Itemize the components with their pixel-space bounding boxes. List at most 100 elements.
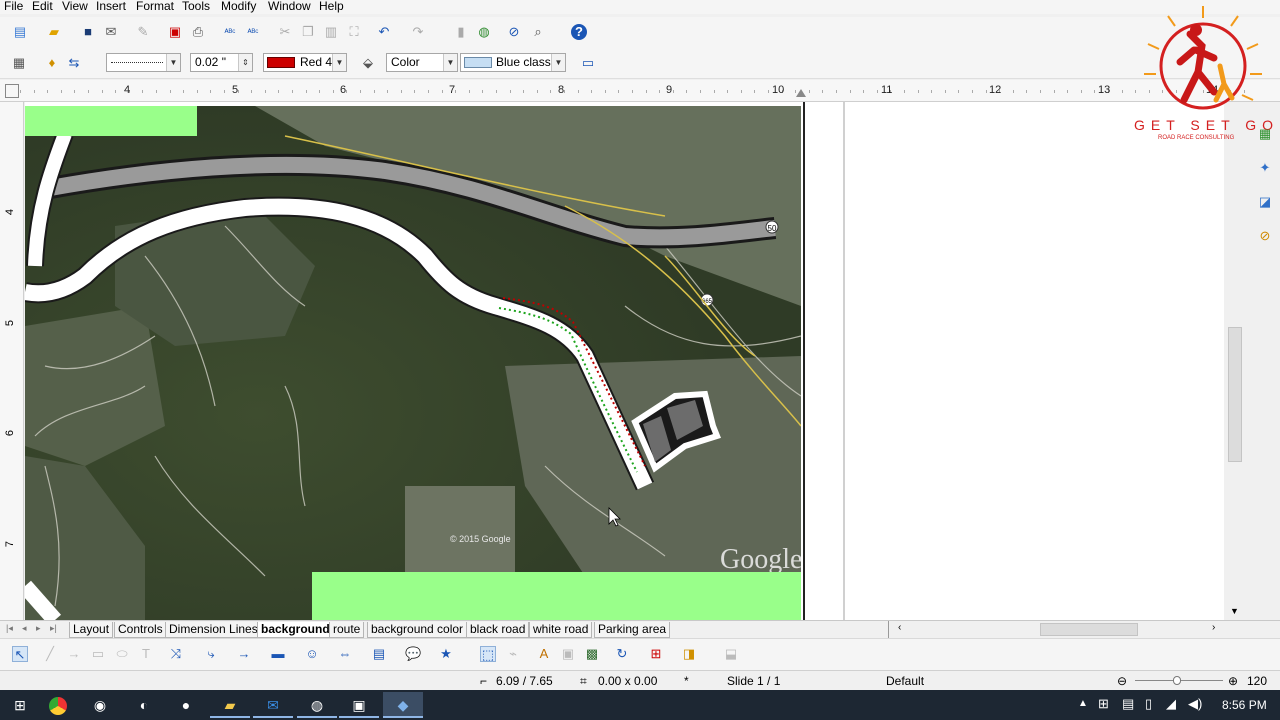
new-document-icon[interactable]: ▤ — [12, 24, 28, 40]
ruler-corner[interactable] — [5, 84, 19, 98]
tab-background-color[interactable]: background color — [367, 622, 468, 638]
zoom-out-icon[interactable]: ⊖ — [1117, 674, 1127, 688]
area-icon[interactable]: ⬙ — [360, 55, 376, 71]
scroll-down-icon[interactable]: ▼ — [1230, 606, 1239, 616]
cut-icon[interactable]: ✂ — [277, 24, 293, 40]
vertical-scroll-thumb[interactable] — [1228, 327, 1242, 462]
styles-sidebar-icon[interactable]: ✦ — [1257, 160, 1273, 176]
clone-format-icon[interactable]: ⛶ — [346, 24, 362, 40]
tab-parking-area[interactable]: Parking area — [594, 622, 671, 638]
app-icon[interactable]: ◉ — [80, 692, 120, 718]
menu-file[interactable]: File — [4, 0, 23, 13]
menu-insert[interactable]: Insert — [96, 0, 126, 13]
hscroll-right-icon[interactable]: › — [1212, 622, 1215, 633]
gallery-tool-icon[interactable]: ▩ — [584, 646, 600, 662]
symbol-shapes-icon[interactable]: ☺ — [304, 646, 320, 662]
zoom-icon[interactable]: ⌕ — [530, 24, 546, 40]
stars-icon[interactable]: ★ — [438, 646, 454, 662]
window-app-icon[interactable]: ▣ — [339, 692, 379, 718]
redo-icon[interactable]: ↷ — [410, 24, 426, 40]
copy-icon[interactable]: ❐ — [300, 24, 316, 40]
spellcheck-icon[interactable]: ᴬᴮᶜ — [222, 24, 238, 40]
tab-white-road[interactable]: white road — [529, 622, 593, 638]
green-rectangle[interactable] — [312, 572, 801, 620]
wifi-icon[interactable]: ◢ — [1166, 696, 1176, 712]
save-icon[interactable]: ■ — [80, 24, 96, 40]
basic-shapes-icon[interactable]: ▬ — [270, 646, 286, 662]
spin-arrows-icon[interactable]: ⇕ — [238, 54, 252, 71]
drawing-canvas[interactable]: 50 665 © 2015 Google Google ▼ — [25, 102, 1242, 620]
start-windows-icon[interactable]: ⊞ — [0, 692, 40, 718]
windows-logo-icon[interactable]: ⊞ — [1098, 696, 1109, 712]
lines-arrows-icon[interactable]: → — [236, 646, 252, 662]
hyperlink-icon[interactable]: ◍ — [476, 24, 492, 40]
tab-splitter[interactable] — [888, 621, 889, 638]
curve-tool-icon[interactable]: ⤨ — [168, 646, 184, 662]
styles-icon[interactable]: ▦ — [11, 55, 27, 71]
glue-points-icon[interactable]: ⌁ — [505, 646, 521, 662]
select-arrow-icon[interactable]: ↖ — [12, 646, 28, 662]
modified-indicator[interactable]: * — [684, 674, 689, 688]
menu-window[interactable]: Window — [268, 0, 311, 13]
tab-first-icon[interactable]: |◂ — [6, 623, 13, 634]
callouts-icon[interactable]: 💬 — [405, 646, 421, 662]
green-rectangle[interactable] — [25, 106, 197, 136]
media-app-icon[interactable]: ◐ — [124, 692, 164, 718]
edit-file-icon[interactable]: ✎ — [135, 24, 151, 40]
gallery-icon[interactable]: ◪ — [1257, 194, 1273, 210]
align-icon[interactable]: ⊞ — [648, 646, 664, 662]
flowchart-icon[interactable]: ▤ — [371, 646, 387, 662]
draw-app-icon[interactable]: ◆ — [383, 692, 423, 718]
menu-modify[interactable]: Modify — [221, 0, 256, 13]
connector-tool-icon[interactable]: ⤷ — [203, 646, 219, 662]
volume-icon[interactable]: ◀) — [1188, 696, 1202, 712]
horizontal-scroll-thumb[interactable] — [1040, 623, 1138, 636]
tab-route[interactable]: route — [329, 622, 365, 638]
chrome-icon[interactable] — [38, 692, 78, 718]
block-arrows-icon[interactable]: ⇔ — [337, 646, 353, 662]
points-icon[interactable]: ⬚ — [480, 646, 496, 662]
line-style-select[interactable]: ▼ — [106, 53, 181, 72]
mail-icon[interactable]: ✉ — [253, 692, 293, 718]
from-file-icon[interactable]: ▣ — [560, 646, 576, 662]
tab-prev-icon[interactable]: ◂ — [22, 623, 27, 634]
line-tool-icon[interactable]: ╱ — [42, 646, 58, 662]
ellipse-tool-icon[interactable]: ⬭ — [114, 646, 130, 662]
menu-edit[interactable]: Edit — [32, 0, 53, 13]
tab-layout[interactable]: Layout — [69, 622, 114, 638]
zoom-slider-thumb[interactable] — [1173, 676, 1181, 685]
fontwork-icon[interactable]: A — [536, 646, 552, 662]
battery-icon[interactable]: ▯ — [1145, 696, 1152, 712]
circle-app-icon[interactable]: ● — [166, 692, 206, 718]
tab-controls[interactable]: Controls — [114, 622, 167, 638]
menu-view[interactable]: View — [62, 0, 88, 13]
line-icon[interactable]: ♦ — [44, 55, 60, 71]
arrow-line-icon[interactable]: → — [66, 646, 82, 662]
line-color-select[interactable]: Red 4 ▼ — [263, 53, 347, 72]
network-drive-icon[interactable]: ▤ — [1122, 696, 1134, 712]
right-margin-marker[interactable] — [796, 89, 806, 97]
tab-dimension-lines[interactable]: Dimension Lines — [165, 622, 262, 638]
undo-icon[interactable]: ↶ — [376, 24, 392, 40]
zoom-in-icon[interactable]: ⊕ — [1228, 674, 1238, 688]
menu-format[interactable]: Format — [136, 0, 174, 13]
tab-last-icon[interactable]: ▸| — [50, 623, 57, 634]
hscroll-left-icon[interactable]: ‹ — [898, 622, 901, 633]
clock[interactable]: 8:56 PM — [1222, 698, 1267, 712]
tab-black-road[interactable]: black road — [466, 622, 530, 638]
shadow-icon[interactable]: ▭ — [580, 55, 596, 71]
vertical-ruler[interactable]: 4 5 6 7 — [0, 102, 24, 620]
text-tool-icon[interactable]: T — [138, 646, 154, 662]
chart-icon[interactable]: ▮ — [453, 24, 469, 40]
menu-tools[interactable]: Tools — [182, 0, 210, 13]
arrange-icon[interactable]: ◨ — [681, 646, 697, 662]
rectangle-tool-icon[interactable]: ▭ — [90, 646, 106, 662]
navigator-icon[interactable]: ⊘ — [506, 24, 522, 40]
export-pdf-icon[interactable]: ▣ — [167, 24, 183, 40]
tool-icon[interactable]: ◍ — [297, 692, 337, 718]
area-style-select[interactable]: Color ▼ — [386, 53, 458, 72]
show-hidden-icons-icon[interactable]: ▲ — [1078, 698, 1088, 709]
line-width-field[interactable]: 0.02 " ⇕ — [190, 53, 253, 72]
rotate-icon[interactable]: ↻ — [614, 646, 630, 662]
paste-icon[interactable]: ▥ — [323, 24, 339, 40]
